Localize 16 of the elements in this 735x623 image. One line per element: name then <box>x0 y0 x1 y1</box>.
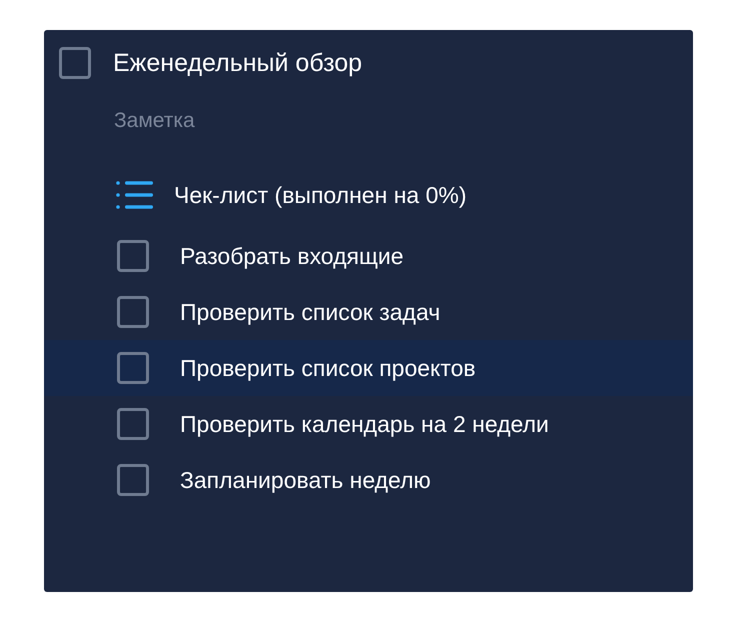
checklist-heading: Чек-лист (выполнен на 0%) <box>174 182 466 208</box>
checkbox[interactable] <box>117 240 149 272</box>
checklist-row-highlight[interactable]: Проверить список проектов <box>44 340 693 396</box>
checklist-item-label: Запланировать неделю <box>180 466 431 494</box>
list-icon <box>115 180 153 210</box>
checkbox[interactable] <box>117 352 149 384</box>
checklist-item-label: Разобрать входящие <box>180 242 404 270</box>
checklist-item-label: Проверить список проектов <box>180 354 476 382</box>
task-title: Еженедельный обзор <box>113 48 362 78</box>
checkbox[interactable] <box>117 408 149 440</box>
checkbox[interactable] <box>117 464 149 496</box>
checklist-item-label: Проверить календарь на 2 недели <box>180 410 549 438</box>
checklist-item-label: Проверить список задач <box>180 298 440 326</box>
checkbox[interactable] <box>117 296 149 328</box>
task-checkbox[interactable] <box>59 47 91 79</box>
note-field[interactable]: Заметка <box>114 108 614 134</box>
